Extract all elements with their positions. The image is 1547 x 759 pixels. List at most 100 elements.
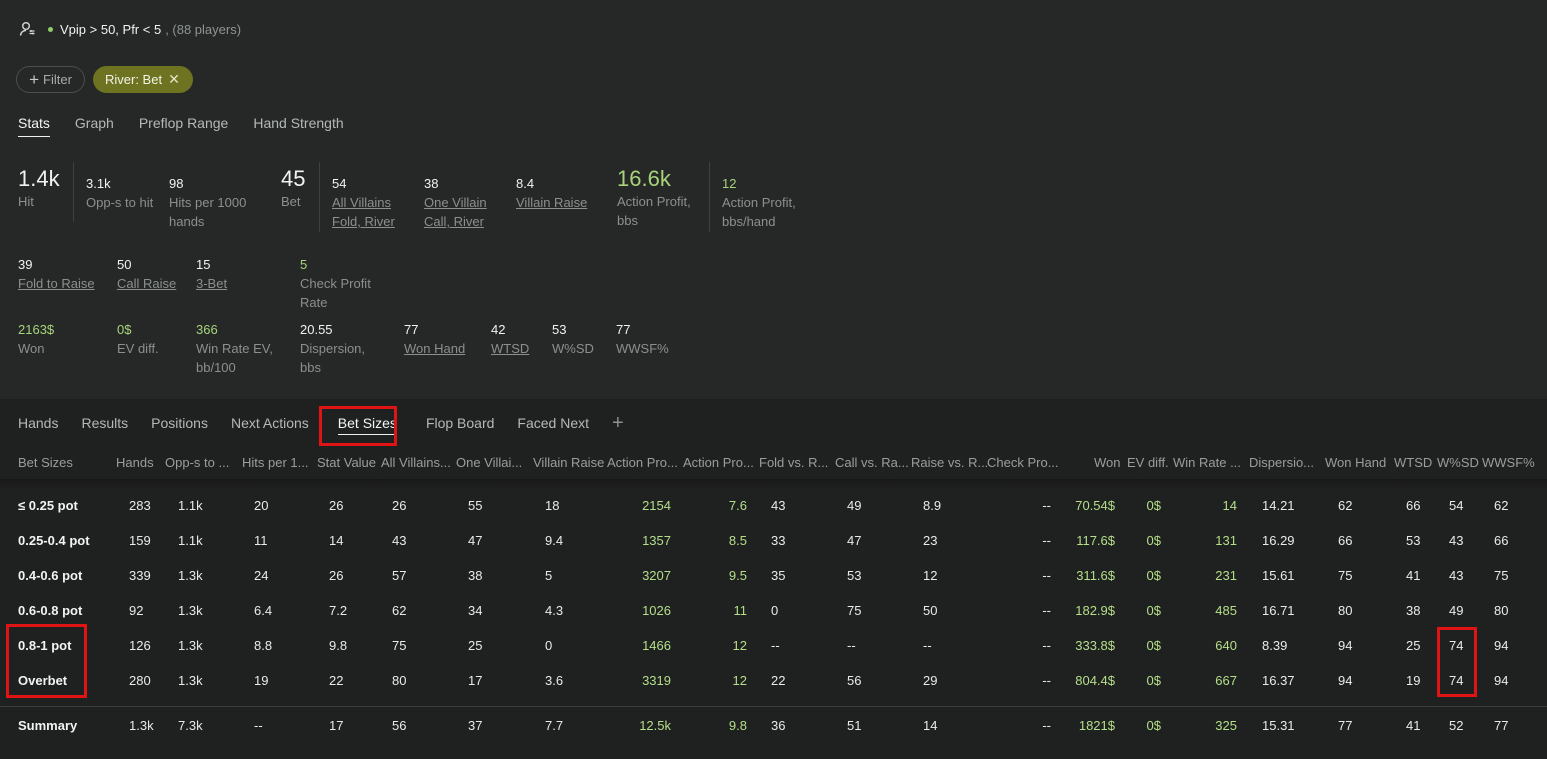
filter-header: Vpip > 50, Pfr < 5 , (88 players): [18, 18, 241, 40]
column-header-dispersion[interactable]: Dispersio...: [1249, 455, 1314, 470]
tab-flop-board[interactable]: Flop Board: [426, 415, 494, 431]
stat-call-raise: 50 Call Raise: [117, 257, 177, 291]
cell-action-profit: 1026: [642, 603, 671, 618]
stat-win-rate-ev: 366 Win Rate EV, bb/100: [196, 322, 273, 375]
cell-all-villains-fold: 62: [392, 603, 407, 618]
cell-hits-per-1000: 11: [254, 533, 268, 548]
cell-ev-diff: 0$: [1146, 673, 1161, 688]
tab-positions[interactable]: Positions: [151, 415, 208, 431]
cell-action-profit-per-hand: 12: [732, 673, 747, 688]
cell-villain-raise: 3.6: [545, 673, 564, 688]
cell-call-vs-raise: 53: [847, 568, 862, 583]
column-header-wtsd[interactable]: WTSD: [1394, 455, 1432, 470]
cell-won-hand: 80: [1338, 603, 1353, 618]
summary-row[interactable]: Summary 1.3k 7.3k -- 17 56 37 7.7 12.5k 9.8 36 51 14…: [0, 718, 1547, 738]
cell-stat-value: 22: [329, 673, 344, 688]
column-header-bet-sizes[interactable]: Bet Sizes: [18, 455, 73, 470]
cell-check-profit: --: [1042, 673, 1051, 688]
cell-action-profit-per-hand: 9.5: [728, 568, 747, 583]
column-header-fold-vs-raise[interactable]: Fold vs. R...: [759, 455, 828, 470]
cell-won-hand: 66: [1338, 533, 1353, 548]
cell-won: 182.9$: [1075, 603, 1115, 618]
column-header-action-profit-per-hand[interactable]: Action Pro...: [683, 455, 754, 470]
add-tab-icon[interactable]: +: [612, 413, 624, 433]
table-row[interactable]: Overbet 280 1.3k 19 22 80 17 3.6 3319 12 22 56 29 -- 8…: [0, 673, 1547, 693]
column-header-hands[interactable]: Hands: [116, 455, 154, 470]
cell-check-profit: --: [1042, 718, 1051, 733]
column-header-wwsf[interactable]: WWSF%: [1482, 455, 1535, 470]
cell-wtsd: 38: [1406, 603, 1421, 618]
cell-won-hand: 75: [1338, 568, 1353, 583]
close-icon[interactable]: ✕: [168, 71, 180, 88]
cell-stat-value: 17: [329, 718, 344, 733]
cell-all-villains-fold: 80: [392, 673, 407, 688]
divider: [73, 162, 74, 222]
user-settings-icon[interactable]: [18, 20, 36, 38]
cell-action-profit: 1357: [642, 533, 671, 548]
results-tabs: Hands Results Positions Next Actions Bet…: [18, 413, 647, 435]
column-header-win-rate[interactable]: Win Rate ...: [1173, 455, 1241, 470]
cell-won-hand: 77: [1338, 718, 1353, 733]
stat-won-hand: 77 Won Hand: [404, 322, 466, 356]
cell-opps-to-hit: 1.1k: [178, 498, 203, 513]
cell-action-profit: 1466: [642, 638, 671, 653]
column-header-won-hand[interactable]: Won Hand: [1325, 455, 1386, 470]
tab-bet-sizes-label: Bet Sizes: [337, 415, 397, 435]
column-header-hits-per-1000[interactable]: Hits per 1...: [242, 455, 308, 470]
tab-stats[interactable]: Stats: [18, 115, 50, 137]
cell-wsd: 74: [1449, 673, 1464, 688]
tab-graph[interactable]: Graph: [75, 115, 114, 137]
filter-chip-river-bet[interactable]: River: Bet ✕: [93, 66, 193, 93]
table-row[interactable]: 0.6-0.8 pot 92 1.3k 6.4 7.2 62 34 4.3 1026 11 0 75 5…: [0, 603, 1547, 623]
column-header-all-villains-fold[interactable]: All Villains...: [381, 455, 451, 470]
cell-wwsf: 66: [1494, 533, 1509, 548]
column-header-wsd[interactable]: W%SD: [1437, 455, 1479, 470]
cell-wwsf: 94: [1494, 673, 1509, 688]
add-filter-button[interactable]: + Filter: [16, 66, 85, 93]
column-header-call-vs-raise[interactable]: Call vs. Ra...: [835, 455, 909, 470]
cell-won: 804.4$: [1075, 673, 1115, 688]
column-header-stat-value[interactable]: Stat Value: [317, 455, 376, 470]
cell-hits-per-1000: 6.4: [254, 603, 273, 618]
tab-faced-next[interactable]: Faced Next: [517, 415, 589, 431]
cell-wwsf: 80: [1494, 603, 1509, 618]
cell-call-vs-raise: 49: [847, 498, 862, 513]
column-header-raise-vs-raise[interactable]: Raise vs. R...: [911, 455, 988, 470]
column-header-won[interactable]: Won: [1094, 455, 1121, 470]
tab-results[interactable]: Results: [81, 415, 128, 431]
column-header-action-profit[interactable]: Action Pro...: [607, 455, 678, 470]
column-header-one-villain-call[interactable]: One Villai...: [456, 455, 522, 470]
tab-next-actions[interactable]: Next Actions: [231, 415, 309, 431]
cell-won-hand: 62: [1338, 498, 1353, 513]
cell-hits-per-1000: 24: [254, 568, 269, 583]
cell-won: 311.6$: [1076, 568, 1115, 583]
tab-hand-strength[interactable]: Hand Strength: [253, 115, 343, 137]
table-row[interactable]: ≤ 0.25 pot 283 1.1k 20 26 26 55 18 2154 7.6 43 49 8.…: [0, 498, 1547, 518]
tab-preflop-range[interactable]: Preflop Range: [139, 115, 229, 137]
column-header-opps-to-hit[interactable]: Opp-s to ...: [165, 455, 229, 470]
table-header: Bet Sizes Hands Opp-s to ... Hits per 1... S…: [0, 455, 1547, 473]
column-header-check-profit[interactable]: Check Pro...: [987, 455, 1059, 470]
cell-wtsd: 53: [1406, 533, 1421, 548]
table-row[interactable]: 0.25-0.4 pot 159 1.1k 11 14 43 47 9.4 1357 8.5 33 4…: [0, 533, 1547, 553]
table-row[interactable]: 0.4-0.6 pot 339 1.3k 24 26 57 38 5 3207 9.5 35 53 12…: [0, 568, 1547, 588]
cell-hits-per-1000: 19: [254, 673, 269, 688]
column-header-villain-raise[interactable]: Villain Raise: [533, 455, 604, 470]
cell-win-rate: 485: [1215, 603, 1237, 618]
table-row[interactable]: 0.8-1 pot 126 1.3k 8.8 9.8 75 25 0 1466 12 -- -- -- -…: [0, 638, 1547, 658]
tab-bet-sizes[interactable]: Bet Sizes: [337, 415, 397, 435]
cell-fold-vs-raise: 22: [771, 673, 786, 688]
cell-hits-per-1000: --: [254, 718, 263, 733]
cell-all-villains-fold: 43: [392, 533, 407, 548]
cell-won-hand: 94: [1338, 638, 1353, 653]
tab-hands[interactable]: Hands: [18, 415, 58, 431]
cell-raise-vs-raise: --: [923, 638, 932, 653]
stat-villain-raise: 8.4 Villain Raise: [516, 176, 588, 210]
cell-wsd: 49: [1449, 603, 1464, 618]
cell-bet-sizes: 0.6-0.8 pot: [18, 603, 83, 618]
stat-wwsf: 77 WWSF%: [616, 322, 669, 356]
cell-wsd: 74: [1449, 638, 1464, 653]
stat-all-villains-fold: 54 All Villains Fold, River: [332, 176, 395, 229]
stat-wtsd: 42 WTSD: [491, 322, 530, 356]
column-header-ev-diff[interactable]: EV diff.: [1127, 455, 1169, 470]
